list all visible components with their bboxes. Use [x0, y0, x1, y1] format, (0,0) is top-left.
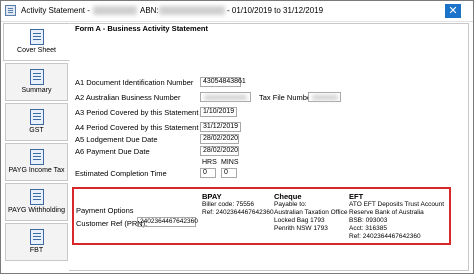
tab-summary[interactable]: Summary: [5, 63, 68, 101]
app-document-icon: [5, 5, 16, 16]
statement-period: - 01/10/2019 to 31/12/2019: [227, 6, 324, 15]
sidebar-tabs: Cover Sheet Summary GST PAYG Income Tax …: [3, 23, 70, 271]
eft-bsb: BSB: 093003: [349, 217, 388, 224]
tab-payg-income-tax[interactable]: PAYG Income Tax: [5, 143, 68, 181]
redacted-tfn-value: [312, 95, 338, 100]
activity-statement-window: Activity Statement - ABN: - 01/10/2019 t…: [0, 0, 474, 274]
document-icon: [29, 189, 44, 205]
tfn-label: Tax File Number: [259, 93, 314, 102]
payment-options-label: Payment Options: [76, 206, 134, 215]
tab-label: Summary: [21, 87, 52, 94]
document-icon: [29, 29, 44, 45]
cheque-address-line2: Penrith NSW 1793: [274, 225, 328, 232]
document-icon: [29, 149, 44, 165]
bpay-biller-code: Biller code: 75556: [202, 201, 255, 208]
eft-bank: Reserve Bank of Australia: [349, 209, 424, 216]
eft-heading: EFT: [349, 192, 364, 201]
eft-account-number: Acct: 316385: [349, 225, 387, 232]
bpay-ref: Ref: 2402364467642360: [202, 209, 274, 216]
a2-abn-field[interactable]: [200, 92, 251, 102]
a4-period-to-field[interactable]: 31/12/2019: [200, 122, 241, 132]
completion-time-label: Estimated Completion Time: [75, 169, 167, 178]
completion-hours-field[interactable]: 0: [200, 168, 216, 178]
a3-label: A3 Period Covered by this Statement From: [75, 108, 218, 117]
abn-label: ABN:: [140, 6, 159, 15]
eft-ref: Ref: 2402364467642360: [349, 233, 421, 240]
a6-payment-due-field[interactable]: 28/02/2020: [200, 146, 239, 156]
tab-label: FBT: [29, 247, 44, 254]
a3-period-from-field[interactable]: 1/10/2019: [200, 107, 237, 117]
cheque-payee: Australian Taxation Office: [274, 209, 348, 216]
a5-label: A5 Lodgement Due Date: [75, 135, 158, 144]
a5-lodgement-due-field[interactable]: 28/02/2020: [200, 134, 239, 144]
tab-label: GST: [29, 127, 44, 134]
a1-document-id-field[interactable]: 43054843861: [200, 77, 246, 87]
customer-ref-field[interactable]: 2402364467642360: [137, 217, 198, 227]
a6-label: A6 Payment Due Date: [75, 147, 150, 156]
a1-label: A1 Document Identification Number: [75, 78, 194, 87]
redacted-business-name: [93, 6, 137, 15]
document-icon: [29, 69, 44, 85]
eft-account-name: ATO EFT Deposits Trust Account: [349, 201, 445, 208]
tab-payg-withholding[interactable]: PAYG Withholding: [5, 183, 68, 221]
document-icon: [29, 229, 44, 245]
completion-minutes-field[interactable]: 0: [221, 168, 237, 178]
redacted-abn: [159, 6, 225, 15]
tab-gst[interactable]: GST: [5, 103, 68, 141]
tab-label: PAYG Withholding: [8, 207, 65, 214]
cheque-payable-to: Payable to:: [274, 201, 307, 208]
cheque-heading: Cheque: [274, 192, 302, 201]
bpay-heading: BPAY: [202, 192, 222, 201]
tab-label: PAYG Income Tax: [8, 167, 65, 174]
tab-label: Cover Sheet: [17, 47, 56, 54]
tax-file-number-field[interactable]: [308, 92, 341, 102]
a2-label: A2 Australian Business Number: [75, 93, 181, 102]
tab-cover-sheet[interactable]: Cover Sheet: [3, 23, 70, 61]
title-bar: Activity Statement - ABN: - 01/10/2019 t…: [1, 1, 473, 22]
tab-fbt[interactable]: FBT: [5, 223, 68, 261]
hrs-label: HRS: [202, 159, 217, 166]
close-button[interactable]: ✕: [445, 4, 461, 18]
redacted-abn-value: [204, 95, 247, 100]
a4-label: A4 Period Covered by this Statement To: [75, 123, 209, 132]
window-title: Activity Statement -: [21, 6, 90, 15]
document-icon: [29, 109, 44, 125]
cheque-address-line1: Locked Bag 1793: [274, 217, 325, 224]
form-title: Form A - Business Activity Statement: [75, 24, 208, 33]
mins-label: MINS: [221, 159, 239, 166]
